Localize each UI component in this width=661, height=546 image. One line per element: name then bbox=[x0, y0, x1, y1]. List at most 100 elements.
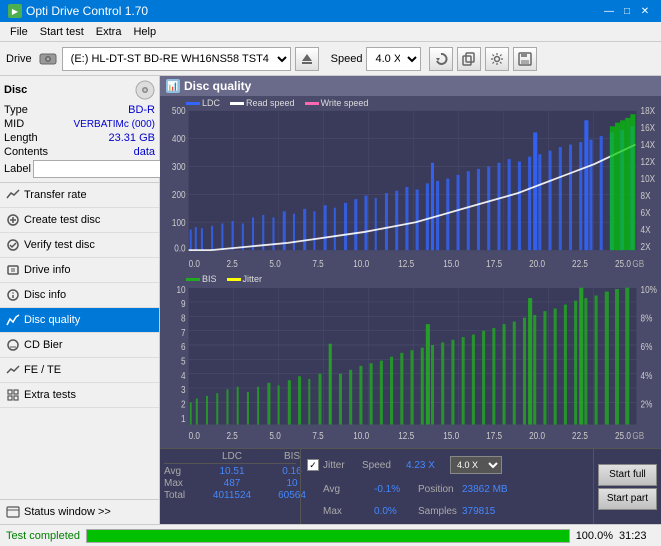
titlebar: ▶ Opti Drive Control 1.70 — □ ✕ bbox=[0, 0, 661, 22]
progress-fill bbox=[87, 530, 569, 542]
svg-text:10.0: 10.0 bbox=[353, 258, 369, 269]
svg-text:22.5: 22.5 bbox=[572, 430, 588, 441]
nav-verify-test-disc[interactable]: Verify test disc bbox=[0, 233, 159, 258]
svg-text:GB: GB bbox=[632, 430, 644, 441]
verify-test-disc-icon bbox=[6, 238, 20, 252]
nav-disc-quality[interactable]: Disc quality bbox=[0, 308, 159, 333]
max-jitter-value: 0.0% bbox=[374, 506, 414, 517]
start-part-button[interactable]: Start part bbox=[598, 488, 657, 510]
speed-select[interactable]: 4.0 X bbox=[366, 47, 421, 71]
titlebar-controls: — □ ✕ bbox=[601, 3, 653, 19]
nav-create-test-disc[interactable]: Create test disc bbox=[0, 208, 159, 233]
save-button[interactable] bbox=[513, 47, 537, 71]
svg-text:17.5: 17.5 bbox=[486, 430, 502, 441]
svg-text:8X: 8X bbox=[641, 191, 651, 202]
svg-text:0.0: 0.0 bbox=[189, 430, 200, 441]
svg-text:25.0: 25.0 bbox=[615, 430, 631, 441]
speed-value-stats: 4.23 X bbox=[406, 460, 446, 471]
transfer-rate-icon bbox=[6, 188, 20, 202]
status-window-button[interactable]: Status window >> bbox=[0, 499, 159, 524]
refresh-button[interactable] bbox=[429, 47, 453, 71]
minimize-button[interactable]: — bbox=[601, 3, 617, 19]
drive-select[interactable]: (E:) HL-DT-ST BD-RE WH16NS58 TST4 bbox=[62, 47, 291, 71]
ldc-bis-stats: LDC BIS Avg 10.51 0.16 Max 487 10 Total … bbox=[160, 449, 300, 524]
svg-text:7.5: 7.5 bbox=[312, 430, 323, 441]
svg-text:3: 3 bbox=[181, 384, 186, 395]
total-ldc: 4011524 bbox=[208, 490, 256, 501]
ldc-column-header: LDC bbox=[208, 451, 256, 462]
speed-label-stats: Speed bbox=[362, 460, 402, 471]
disc-quality-title: Disc quality bbox=[184, 79, 251, 93]
contents-label: Contents bbox=[4, 146, 48, 158]
chart2-legend: BIS Jitter bbox=[186, 274, 262, 284]
svg-text:200: 200 bbox=[172, 189, 186, 200]
svg-text:12.5: 12.5 bbox=[398, 430, 414, 441]
settings-button[interactable] bbox=[485, 47, 509, 71]
nav-drive-info[interactable]: Drive info bbox=[0, 258, 159, 283]
start-full-button[interactable]: Start full bbox=[598, 464, 657, 486]
nav-cd-bier[interactable]: CD Bier bbox=[0, 333, 159, 358]
menu-extra[interactable]: Extra bbox=[90, 24, 128, 40]
toolbar: Drive (E:) HL-DT-ST BD-RE WH16NS58 TST4 … bbox=[0, 42, 661, 76]
total-label: Total bbox=[164, 490, 192, 501]
svg-text:8%: 8% bbox=[641, 313, 653, 324]
drive-info-icon bbox=[6, 263, 20, 277]
svg-text:14X: 14X bbox=[641, 140, 656, 151]
svg-text:5.0: 5.0 bbox=[269, 430, 280, 441]
stats-bar: LDC BIS Avg 10.51 0.16 Max 487 10 Total … bbox=[160, 448, 661, 524]
disc-quality-header: 📊 Disc quality bbox=[160, 76, 661, 96]
status-window-icon bbox=[6, 505, 20, 519]
svg-text:5.0: 5.0 bbox=[269, 258, 280, 269]
length-label: Length bbox=[4, 132, 38, 144]
nav-disc-info[interactable]: Disc info bbox=[0, 283, 159, 308]
progress-bar-area: Test completed 100.0% 31:23 bbox=[0, 524, 661, 546]
svg-text:10.0: 10.0 bbox=[353, 430, 369, 441]
drive-icon bbox=[38, 49, 58, 69]
menu-file[interactable]: File bbox=[4, 24, 34, 40]
close-button[interactable]: ✕ bbox=[637, 3, 653, 19]
content-area: 📊 Disc quality LDC Read speed bbox=[160, 76, 661, 524]
bis-legend-label: BIS bbox=[202, 274, 217, 284]
menu-start-test[interactable]: Start test bbox=[34, 24, 90, 40]
svg-text:1: 1 bbox=[181, 413, 186, 424]
svg-text:6%: 6% bbox=[641, 341, 653, 352]
nav-fe-te[interactable]: FE / TE bbox=[0, 358, 159, 383]
position-label: Position bbox=[418, 484, 458, 495]
speed-select-stats[interactable]: 4.0 X bbox=[450, 456, 502, 474]
write-speed-legend-label: Write speed bbox=[321, 98, 369, 108]
ldc-legend-label: LDC bbox=[202, 98, 220, 108]
svg-text:12.5: 12.5 bbox=[398, 258, 414, 269]
svg-text:6X: 6X bbox=[641, 208, 651, 219]
nav-extra-tests[interactable]: Extra tests bbox=[0, 383, 159, 408]
max-jitter-label: Max bbox=[323, 506, 370, 517]
max-ldc: 487 bbox=[208, 478, 256, 489]
samples-value: 379815 bbox=[462, 506, 495, 517]
svg-text:GB: GB bbox=[632, 258, 644, 269]
svg-text:2.5: 2.5 bbox=[226, 258, 237, 269]
menu-help[interactable]: Help bbox=[127, 24, 162, 40]
copy-button[interactable] bbox=[457, 47, 481, 71]
label-input[interactable] bbox=[33, 160, 171, 178]
speed-label: Speed bbox=[331, 53, 363, 65]
checkbox-check: ✓ bbox=[309, 460, 317, 471]
nav-transfer-rate[interactable]: Transfer rate bbox=[0, 183, 159, 208]
svg-text:5: 5 bbox=[181, 356, 186, 367]
jitter-checkbox[interactable]: ✓ bbox=[307, 459, 319, 471]
label-label: Label bbox=[4, 163, 31, 175]
menubar: File Start test Extra Help bbox=[0, 22, 661, 42]
svg-text:7: 7 bbox=[181, 327, 186, 338]
titlebar-left: ▶ Opti Drive Control 1.70 bbox=[8, 4, 148, 18]
svg-text:15.0: 15.0 bbox=[443, 258, 459, 269]
read-speed-legend-label: Read speed bbox=[246, 98, 295, 108]
svg-text:2X: 2X bbox=[641, 241, 651, 252]
avg-jitter-label: Avg bbox=[323, 484, 370, 495]
bis-legend-color bbox=[186, 278, 200, 281]
avg-label: Avg bbox=[164, 466, 192, 477]
svg-text:10: 10 bbox=[176, 284, 185, 295]
samples-label: Samples bbox=[418, 506, 458, 517]
position-value: 23862 MB bbox=[462, 484, 508, 495]
maximize-button[interactable]: □ bbox=[619, 3, 635, 19]
disc-quality-header-icon: 📊 bbox=[166, 79, 180, 93]
eject-button[interactable] bbox=[295, 47, 319, 71]
jitter-label: Jitter bbox=[323, 460, 358, 471]
